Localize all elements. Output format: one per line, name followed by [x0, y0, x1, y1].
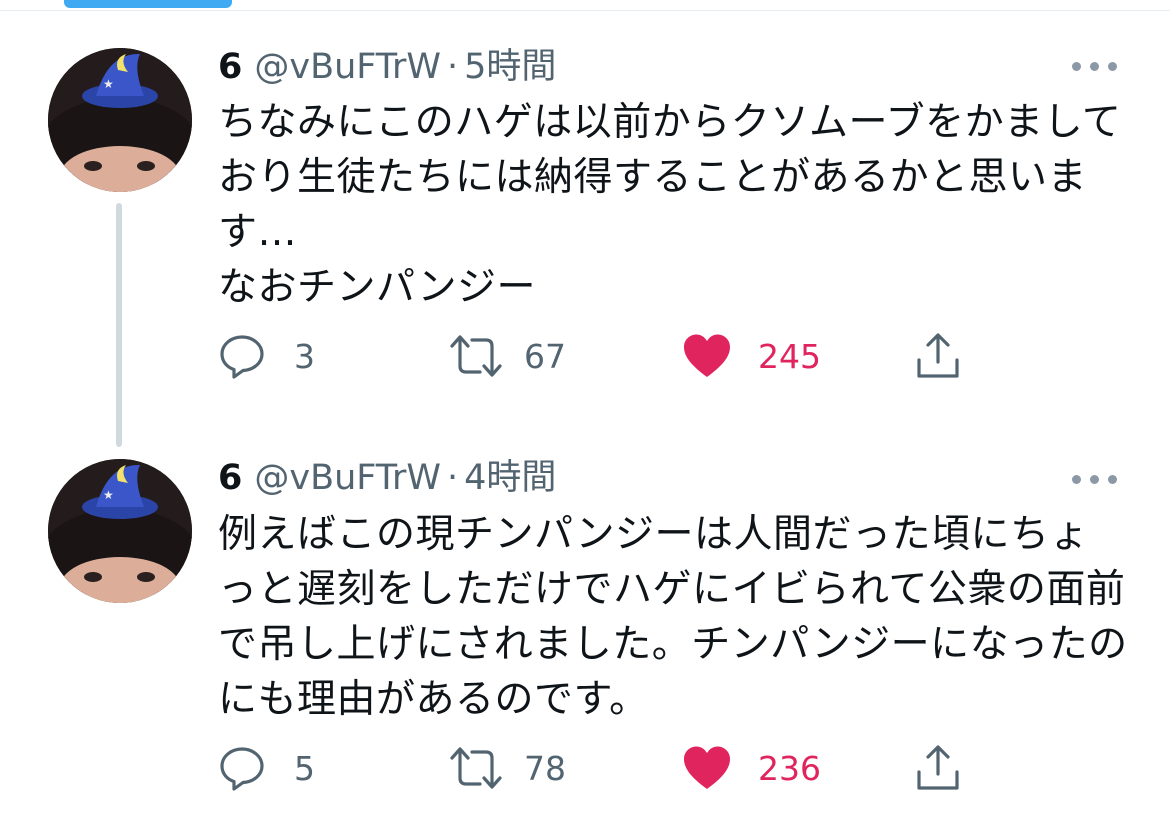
more-icon	[1090, 475, 1099, 484]
avatar[interactable]: ★	[48, 459, 192, 603]
thread-connector-line	[116, 203, 122, 447]
tab-indicator	[64, 0, 232, 8]
more-icon	[1108, 62, 1117, 71]
tweet-actions: 5 78 236	[218, 743, 978, 793]
reply-icon	[220, 335, 264, 379]
user-handle[interactable]: @vBuFTrW	[254, 47, 441, 87]
share-icon	[917, 745, 959, 790]
like-button[interactable]: 236	[682, 743, 821, 793]
reply-count: 5	[294, 748, 315, 788]
separator-dot: ·	[447, 458, 459, 498]
like-count: 236	[758, 748, 821, 788]
tweet-header: 6 @vBuFTrW · 5時間	[218, 47, 556, 87]
more-icon	[1072, 62, 1081, 71]
like-button[interactable]: 245	[682, 331, 821, 381]
retweet-count: 67	[524, 336, 566, 376]
tweet-actions: 3 67 245	[218, 331, 978, 381]
more-options-button[interactable]	[1072, 473, 1118, 485]
avatar-image: ★	[48, 48, 192, 192]
reply-icon	[220, 747, 264, 791]
reply-count: 3	[294, 336, 315, 376]
svg-text:★: ★	[103, 488, 114, 502]
retweet-button[interactable]: 78	[448, 743, 566, 793]
reply-button[interactable]: 3	[218, 331, 315, 381]
more-icon	[1072, 475, 1081, 484]
user-handle[interactable]: @vBuFTrW	[254, 458, 441, 498]
tweet-text: ちなみにこのハゲは以前からクソムーブをかましており生徒たちには納得することがある…	[218, 100, 1122, 310]
reply-button[interactable]: 5	[218, 743, 315, 793]
share-button[interactable]	[914, 743, 962, 793]
retweet-icon	[450, 335, 502, 377]
retweet-icon	[450, 747, 502, 789]
more-icon	[1090, 62, 1099, 71]
heart-icon	[684, 334, 730, 377]
display-name[interactable]: 6	[218, 47, 242, 87]
svg-text:★: ★	[103, 77, 114, 91]
timestamp[interactable]: 4時間	[464, 458, 556, 498]
retweet-button[interactable]: 67	[448, 331, 566, 381]
retweet-count: 78	[524, 748, 566, 788]
tweet-header: 6 @vBuFTrW · 4時間	[218, 458, 556, 498]
display-name[interactable]: 6	[218, 458, 242, 498]
share-button[interactable]	[914, 331, 962, 381]
tweet-text: 例えばこの現チンパンジーは人間だった頃にちょっと遅刻をしただけでハゲにイビられて…	[218, 512, 1128, 722]
avatar[interactable]: ★	[48, 48, 192, 192]
separator-dot: ·	[447, 47, 459, 87]
heart-icon	[684, 746, 730, 789]
top-divider	[0, 10, 1170, 11]
avatar-image: ★	[48, 459, 192, 603]
more-icon	[1108, 475, 1117, 484]
share-icon	[917, 333, 959, 378]
like-count: 245	[758, 336, 821, 376]
more-options-button[interactable]	[1072, 60, 1118, 72]
timestamp[interactable]: 5時間	[464, 47, 556, 87]
